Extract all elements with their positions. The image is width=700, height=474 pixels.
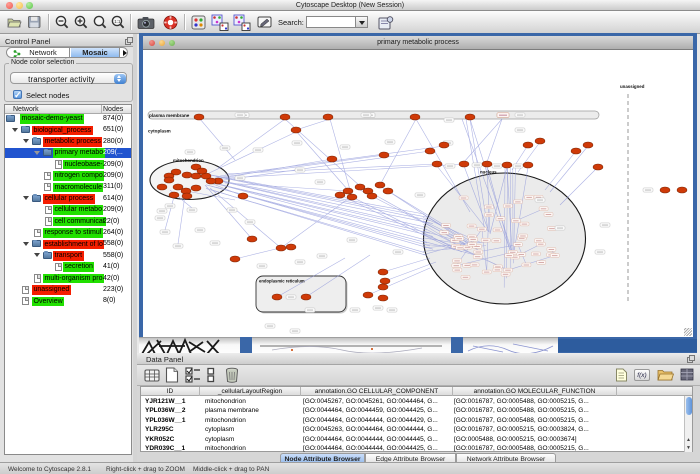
- svg-text:nucleus: nucleus: [480, 170, 497, 175]
- svg-text:mitochondrion: mitochondrion: [173, 158, 204, 163]
- svg-text:endoplasmic reticulum: endoplasmic reticulum: [259, 279, 305, 284]
- svg-text:cytoplasm: cytoplasm: [148, 129, 171, 134]
- svg-text:1:1: 1:1: [114, 19, 121, 24]
- svg-text:unassigned: unassigned: [620, 84, 645, 89]
- svg-text:plasma membrane: plasma membrane: [149, 113, 190, 118]
